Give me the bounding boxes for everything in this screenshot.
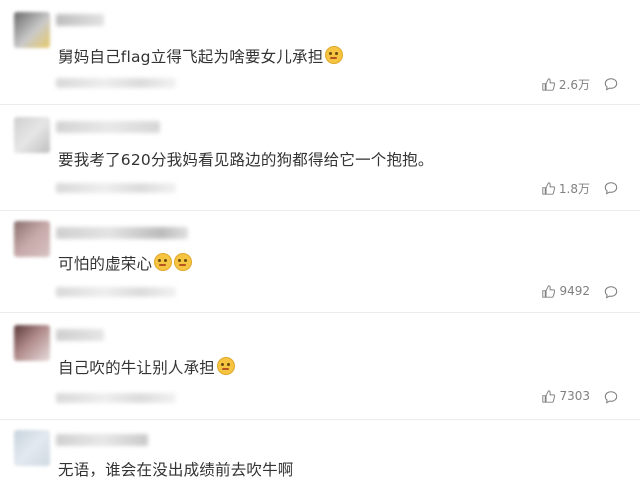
comment-text-content: 舅妈自己flag立得飞起为啥要女儿承担 bbox=[58, 48, 324, 66]
comment-item: 舅妈自己flag立得飞起为啥要女儿承担 2.6万 bbox=[0, 0, 640, 105]
avatar[interactable] bbox=[14, 325, 50, 361]
comment-item: 无语，谁会在没出成绩前去吹牛啊 bbox=[0, 420, 640, 487]
comment-item: 要我考了620分我妈看见路边的狗都得给它一个抱抱。 1.8万 bbox=[0, 105, 640, 211]
thumbs-up-icon bbox=[542, 389, 556, 403]
comment-text-content: 自己吹的牛让别人承担 bbox=[58, 359, 216, 377]
like-count: 2.6万 bbox=[558, 78, 590, 92]
smiley-emoji-icon bbox=[325, 46, 344, 64]
username-blurred[interactable] bbox=[56, 434, 148, 446]
like-button[interactable]: 1.8万 bbox=[542, 180, 590, 197]
like-count: 1.8万 bbox=[558, 182, 590, 196]
smiley-emoji-icon bbox=[217, 357, 236, 375]
smiley-emoji-icon bbox=[174, 253, 193, 271]
comment-text: 自己吹的牛让别人承担 bbox=[58, 357, 236, 378]
thumbs-up-icon bbox=[542, 182, 555, 195]
avatar[interactable] bbox=[14, 430, 50, 466]
timestamp-blurred bbox=[56, 78, 176, 88]
username-blurred[interactable] bbox=[56, 121, 160, 133]
smiley-emoji-icon bbox=[154, 253, 173, 271]
username-blurred[interactable] bbox=[56, 14, 104, 26]
like-count: 7303 bbox=[559, 389, 590, 403]
comment-text: 舅妈自己flag立得飞起为啥要女儿承担 bbox=[58, 46, 344, 67]
avatar[interactable] bbox=[14, 221, 50, 257]
comment-item: 自己吹的牛让别人承担 7303 bbox=[0, 313, 640, 420]
like-button[interactable]: 2.6万 bbox=[542, 76, 590, 93]
comment-bubble-icon[interactable] bbox=[604, 285, 618, 299]
username-blurred[interactable] bbox=[56, 329, 104, 341]
username-blurred[interactable] bbox=[56, 227, 188, 239]
like-count: 9492 bbox=[559, 284, 590, 298]
timestamp-blurred bbox=[56, 287, 176, 297]
thumbs-up-icon bbox=[542, 284, 556, 298]
comment-bubble-icon[interactable] bbox=[604, 77, 618, 91]
timestamp-blurred bbox=[56, 393, 176, 403]
timestamp-blurred bbox=[56, 183, 176, 193]
comment-text-content: 可怕的虚荣心 bbox=[58, 255, 153, 273]
comment-text-content: 无语，谁会在没出成绩前去吹牛啊 bbox=[58, 461, 294, 479]
avatar[interactable] bbox=[14, 117, 50, 153]
comment-text: 无语，谁会在没出成绩前去吹牛啊 bbox=[58, 460, 294, 480]
comment-bubble-icon[interactable] bbox=[604, 390, 618, 404]
like-button[interactable]: 7303 bbox=[542, 389, 590, 403]
like-button[interactable]: 9492 bbox=[542, 284, 590, 298]
comment-text: 可怕的虚荣心 bbox=[58, 253, 193, 274]
avatar[interactable] bbox=[14, 12, 50, 48]
comment-text-content: 要我考了620分我妈看见路边的狗都得给它一个抱抱。 bbox=[58, 151, 434, 169]
comment-item: 可怕的虚荣心 9492 bbox=[0, 211, 640, 313]
thumbs-up-icon bbox=[542, 78, 555, 91]
comment-bubble-icon[interactable] bbox=[604, 181, 618, 195]
comment-text: 要我考了620分我妈看见路边的狗都得给它一个抱抱。 bbox=[58, 150, 434, 170]
